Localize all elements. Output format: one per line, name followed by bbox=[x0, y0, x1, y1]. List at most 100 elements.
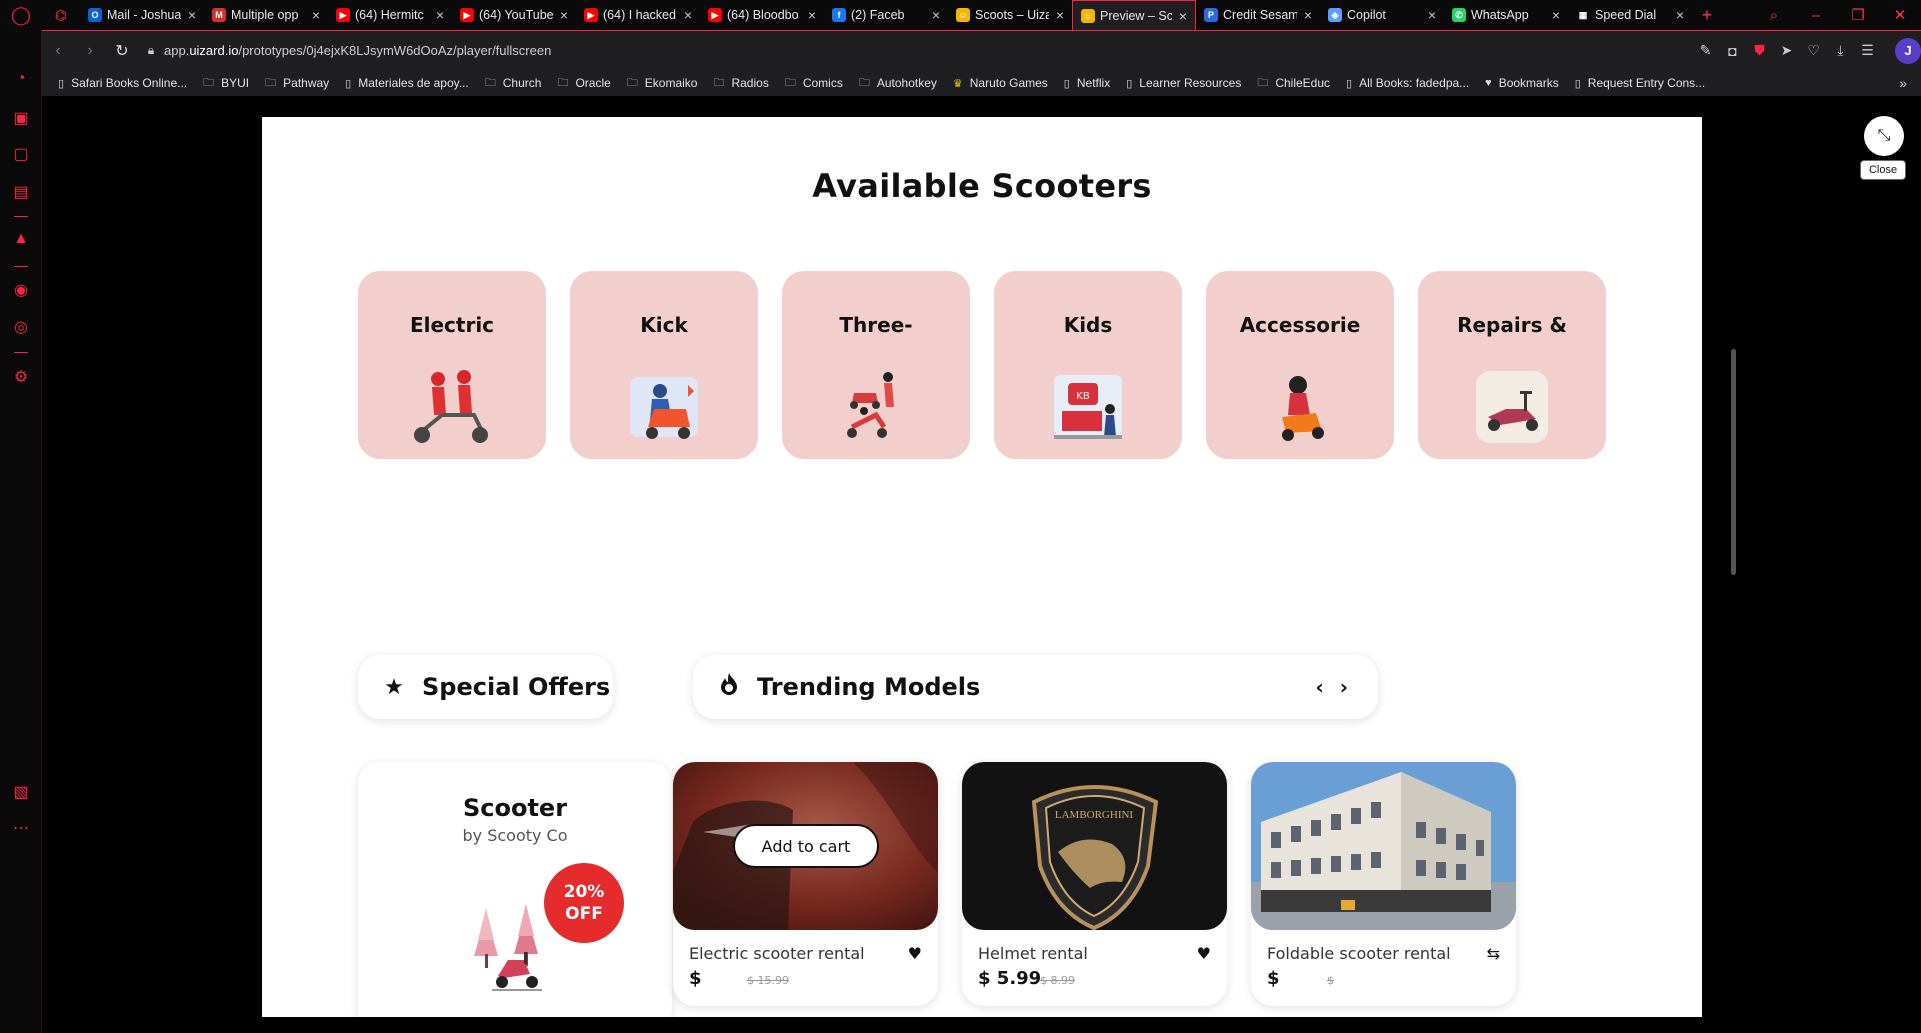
heart-icon[interactable]: ♥ bbox=[908, 944, 922, 963]
tab-5[interactable]: ▶ (64) Bloodbo × bbox=[700, 0, 824, 30]
tab-close-icon[interactable]: × bbox=[186, 7, 198, 23]
easy-setup-icon[interactable]: ☰ bbox=[1854, 42, 1881, 59]
messenger-icon[interactable]: ◉ bbox=[0, 280, 42, 300]
category-card-accessories[interactable]: Accessorie bbox=[1206, 271, 1394, 459]
bookmark-item[interactable]: 🗀︎ Comics bbox=[785, 74, 843, 93]
bookmark-item[interactable]: 🗀︎ Church bbox=[485, 74, 542, 93]
bookmark-item[interactable]: ♥ Bookmarks bbox=[1485, 76, 1559, 90]
tab-close-icon[interactable]: × bbox=[1177, 8, 1189, 24]
tab-close-icon[interactable]: × bbox=[930, 7, 942, 23]
player-icon[interactable]: ▤ bbox=[0, 182, 42, 202]
product-card-foldable-scooter[interactable]: Foldable scooter rental ⇆ $ $ bbox=[1251, 762, 1516, 1006]
profile-avatar[interactable]: J bbox=[1895, 37, 1921, 64]
gallery-icon[interactable]: ▧ bbox=[0, 782, 42, 802]
twitch-icon[interactable]: ▢ bbox=[0, 144, 42, 164]
bookmark-item[interactable]: ▯ Netflix bbox=[1064, 76, 1110, 90]
category-card-electric[interactable]: Electric bbox=[358, 271, 546, 459]
star-icon: ★ bbox=[384, 674, 404, 700]
bookmark-item[interactable]: ▯ Materiales de apoy... bbox=[345, 76, 469, 90]
forward-button[interactable]: › bbox=[74, 42, 106, 60]
tab-close-icon[interactable]: × bbox=[1550, 7, 1562, 23]
tab-close-icon[interactable]: × bbox=[1054, 7, 1066, 23]
tab-7[interactable]: ☺ Scoots – Uiza × bbox=[948, 0, 1072, 30]
gamepad-icon[interactable]: ⌬ bbox=[42, 0, 80, 30]
chevron-left-icon[interactable]: ‹ bbox=[1316, 675, 1324, 699]
bookmark-item[interactable]: ♛ Naruto Games bbox=[953, 76, 1048, 90]
bookmark-item[interactable]: ▯ Safari Books Online... bbox=[58, 76, 187, 90]
bookmarks-overflow-icon[interactable]: » bbox=[1899, 75, 1907, 91]
download-icon[interactable]: ⤓ bbox=[1827, 42, 1854, 59]
shield-icon[interactable]: ⛊ bbox=[1746, 42, 1773, 59]
minimize-button[interactable]: – bbox=[1795, 7, 1837, 24]
url-field[interactable]: app.uizard.io/prototypes/0j4ejxK8LJsymW6… bbox=[164, 43, 1692, 58]
tab-close-icon[interactable]: × bbox=[558, 7, 570, 23]
product-price: $ bbox=[1267, 968, 1280, 989]
new-tab-button[interactable]: + bbox=[1692, 5, 1722, 26]
whatsapp-icon[interactable]: ◎ bbox=[0, 317, 42, 337]
tab-8[interactable]: ☺ Preview – Sco × bbox=[1072, 0, 1196, 30]
bookmark-item[interactable]: ▯ Request Entry Cons... bbox=[1575, 76, 1705, 90]
send-icon[interactable]: ➤ bbox=[1773, 42, 1800, 59]
folder-icon: 🗀︎ bbox=[1257, 76, 1269, 89]
tab-close-icon[interactable]: × bbox=[1674, 7, 1686, 23]
tab-11[interactable]: ✆ WhatsApp × bbox=[1444, 0, 1568, 30]
page-icon: ▯ bbox=[1346, 77, 1353, 90]
bag-icon[interactable]: ▣ bbox=[0, 108, 42, 128]
bookmark-item[interactable]: 🗀︎ ChileEduc bbox=[1257, 74, 1330, 93]
bookmark-item[interactable]: ▯ All Books: fadedpa... bbox=[1346, 76, 1469, 90]
product-card-helmet[interactable]: LAMBORGHINI Helmet rental ♥ $ 5.99 $ 8.9… bbox=[962, 762, 1227, 1006]
search-tabs-icon[interactable]: ⌕ bbox=[1753, 7, 1795, 24]
share-icon[interactable]: ⇆ bbox=[1487, 944, 1500, 963]
tab-close-icon[interactable]: × bbox=[682, 7, 694, 23]
tab-9[interactable]: P Credit Sesam × bbox=[1196, 0, 1320, 30]
tab-4[interactable]: ▶ (64) I hacked × bbox=[576, 0, 700, 30]
category-label: Repairs & bbox=[1457, 313, 1567, 337]
bookmark-item[interactable]: 🗀︎ Autohotkey bbox=[859, 74, 937, 93]
page-scrollbar[interactable] bbox=[1731, 349, 1736, 575]
tab-12[interactable]: ▦ Speed Dial × bbox=[1568, 0, 1692, 30]
bookmark-item[interactable]: 🗀︎ BYUI bbox=[203, 74, 249, 93]
reload-button[interactable]: ↻ bbox=[106, 41, 138, 61]
close-window-button[interactable]: ✕ bbox=[1879, 6, 1921, 24]
bookmark-item[interactable]: 🗀︎ Oracle bbox=[557, 74, 610, 93]
bookmark-item[interactable]: ▯ Learner Resources bbox=[1126, 76, 1241, 90]
chevron-right-icon[interactable]: › bbox=[1340, 675, 1348, 699]
bookmark-label: Autohotkey bbox=[876, 76, 937, 90]
lock-icon[interactable]: 🔒︎ bbox=[138, 43, 164, 58]
exit-fullscreen-button[interactable]: ⤡ bbox=[1864, 116, 1904, 156]
bookmark-item[interactable]: 🗀︎ Radios bbox=[713, 74, 768, 93]
tab-1[interactable]: M Multiple opp × bbox=[204, 0, 328, 30]
tab-3[interactable]: ▶ (64) YouTube × bbox=[452, 0, 576, 30]
bookmark-item[interactable]: 🗀︎ Pathway bbox=[265, 74, 329, 93]
tab-close-icon[interactable]: × bbox=[310, 7, 322, 23]
edit-icon[interactable]: ✎ bbox=[1692, 42, 1719, 59]
restore-button[interactable]: ❐ bbox=[1837, 6, 1879, 24]
category-card-three-wheel[interactable]: Three- bbox=[782, 271, 970, 459]
product-card-electric-scooter[interactable]: Add to cart Electric scooter rental ♥ $ … bbox=[673, 762, 938, 1006]
speedometer-icon[interactable]: ◔ bbox=[0, 70, 42, 88]
tab-6[interactable]: f (2) Faceb × bbox=[824, 0, 948, 30]
category-card-kids[interactable]: Kids KB bbox=[994, 271, 1182, 459]
tab-close-icon[interactable]: × bbox=[806, 7, 818, 23]
tab-10[interactable]: ◆ Copilot × bbox=[1320, 0, 1444, 30]
tab-favicon-icon: ☺ bbox=[956, 8, 970, 22]
tab-2[interactable]: ▶ (64) Hermitc × bbox=[328, 0, 452, 30]
settings-gear-icon[interactable]: ⚙ bbox=[0, 367, 42, 387]
tab-close-icon[interactable]: × bbox=[1426, 7, 1438, 23]
heart-icon[interactable]: ♡ bbox=[1800, 42, 1827, 59]
svg-text:KB: KB bbox=[1076, 391, 1090, 402]
special-offer-card[interactable]: Scooter by Scooty Co 20% OFF bbox=[358, 762, 672, 1017]
back-button[interactable]: ‹ bbox=[42, 42, 74, 60]
tab-close-icon[interactable]: × bbox=[434, 7, 446, 23]
category-card-repairs[interactable]: Repairs & bbox=[1418, 271, 1606, 459]
more-options-icon[interactable]: ⋯ bbox=[0, 818, 42, 838]
camera-icon[interactable]: ◘ bbox=[1719, 43, 1746, 59]
bookmark-item[interactable]: 🗀︎ Ekomaiko bbox=[627, 74, 698, 93]
add-to-cart-button[interactable]: Add to cart bbox=[733, 824, 879, 868]
opera-logo-icon[interactable]: ◯ bbox=[0, 0, 42, 30]
tab-close-icon[interactable]: × bbox=[1302, 7, 1314, 23]
tab-0[interactable]: O Mail - Joshua × bbox=[80, 0, 204, 30]
aria-icon[interactable]: ▲ bbox=[0, 230, 42, 248]
category-card-kick[interactable]: Kick bbox=[570, 271, 758, 459]
heart-icon[interactable]: ♥ bbox=[1197, 944, 1211, 963]
